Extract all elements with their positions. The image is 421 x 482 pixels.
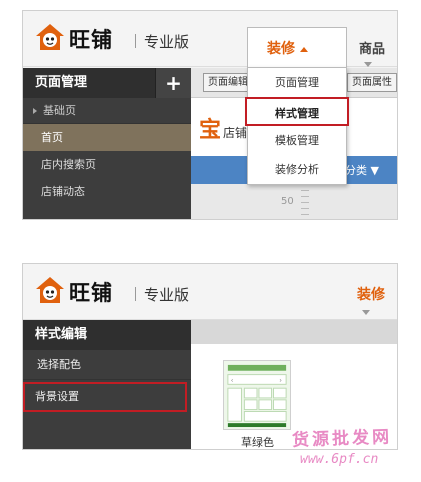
sidebar-item-dynamics[interactable]: 店铺动态 [23, 178, 191, 205]
ruler-value: 50 [281, 196, 294, 207]
top-header: 旺铺 专业版 装修 商品 [23, 11, 397, 67]
header-divider [135, 287, 136, 301]
nav-decorate-label: 装修 [267, 41, 295, 57]
edition-label: 专业版 [144, 286, 190, 304]
chevron-up-icon [300, 46, 308, 52]
nav-decorate[interactable]: 装修 [267, 38, 308, 58]
menu-item-page-management[interactable]: 页面管理 [248, 68, 346, 97]
shop-house-logo-icon [36, 277, 64, 303]
screenshot-style-editing: 旺铺 专业版 装修 样式编辑 选择配色 背景设置 ‹ › 草绿色 [22, 263, 398, 450]
sidebar-item-color-scheme[interactable]: 选择配色 [23, 350, 191, 380]
ruler-tick [301, 190, 309, 191]
style-sidebar: 样式编辑 选择配色 背景设置 [23, 320, 191, 449]
theme-thumbnail-green[interactable]: ‹ › [223, 360, 291, 430]
nav-goods[interactable]: 商品 [359, 38, 397, 72]
top-header: 旺铺 专业版 装修 [23, 264, 397, 320]
chevron-down-icon [364, 62, 372, 67]
store-label: 店铺 [223, 126, 248, 140]
svg-text:›: › [279, 376, 282, 384]
sidebar-header: 样式编辑 [23, 320, 191, 350]
menu-item-style-management[interactable]: 样式管理 [245, 97, 349, 126]
brand-name: 旺铺 [69, 28, 113, 52]
sidebar-section-label: 基础页 [43, 104, 76, 117]
screenshot-page-management: 旺铺 专业版 装修 商品 页面管理 + 基础页 首页 店内搜索页 店铺动态 页面… [22, 10, 398, 220]
sidebar-header: 页面管理 + [23, 68, 191, 98]
add-page-button[interactable]: + [155, 68, 191, 98]
ruler-tick [301, 214, 309, 215]
sidebar-section-basic[interactable]: 基础页 [23, 98, 191, 124]
category-dropdown[interactable]: 分类 ▼ [345, 162, 379, 178]
sidebar-title: 页面管理 [35, 75, 88, 90]
menu-item-template-management[interactable]: 模板管理 [248, 126, 346, 155]
sidebar-item-background-settings[interactable]: 背景设置 [23, 382, 187, 412]
page-properties-button[interactable]: 页面属性 [347, 73, 397, 92]
canvas-topbar [191, 320, 397, 344]
nav-decorate-label: 装修 [357, 287, 385, 303]
ruler-tick [301, 202, 309, 203]
ruler-tick [301, 208, 309, 209]
nav-goods-label: 商品 [359, 42, 386, 57]
sidebar-title: 样式编辑 [35, 327, 88, 342]
svg-text:‹: ‹ [231, 376, 234, 384]
chevron-down-icon [362, 309, 370, 315]
decorate-dropdown-menu: 页面管理 样式管理 模板管理 装修分析 [245, 67, 349, 185]
watermark-text: 货源批发网 [291, 427, 393, 451]
sidebar-item-search[interactable]: 店内搜索页 [23, 151, 191, 178]
watermark-url: www.6pf.cn [300, 452, 379, 467]
shop-house-logo-icon [36, 24, 64, 50]
store-logo-glyph: 宝 [199, 118, 222, 143]
sidebar-item-home[interactable]: 首页 [23, 124, 191, 151]
layout-ruler: 50 [191, 184, 397, 219]
theme-name: 草绿色 [241, 436, 274, 449]
header-divider [135, 34, 136, 48]
edition-label: 专业版 [144, 33, 190, 51]
menu-item-decoration-analysis[interactable]: 装修分析 [248, 155, 346, 184]
ruler-tick [301, 196, 309, 197]
brand-name: 旺铺 [69, 281, 113, 305]
nav-decorate[interactable]: 装修 [357, 284, 397, 320]
page-sidebar: 页面管理 + 基础页 首页 店内搜索页 店铺动态 [23, 68, 191, 219]
expand-triangle-icon [33, 108, 37, 114]
